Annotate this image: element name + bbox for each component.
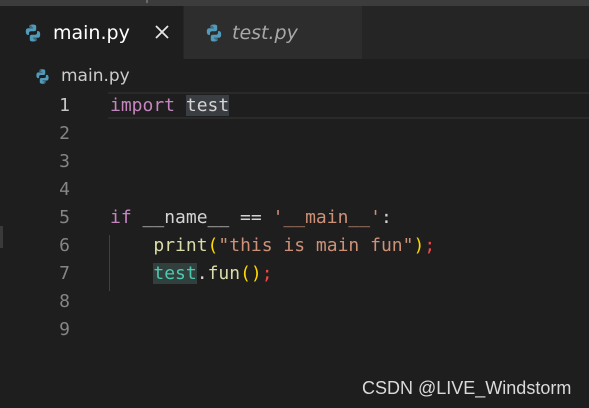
code-line[interactable]: 6 print("this is main fun"); — [0, 232, 589, 260]
line-number: 9 — [59, 319, 70, 340]
line-code: print("this is main fun"); — [110, 232, 435, 260]
code-line[interactable]: 7 test.fun(); — [0, 260, 589, 288]
code-token: : — [380, 207, 392, 228]
code-line[interactable]: 8 — [0, 288, 589, 316]
python-icon — [206, 24, 222, 41]
python-icon — [36, 68, 49, 84]
breadcrumb-label: main.py — [61, 66, 130, 86]
code-token: ) — [413, 235, 425, 256]
code-token: test — [185, 95, 230, 116]
line-number: 4 — [59, 179, 70, 200]
code-token: '__main__' — [272, 207, 381, 228]
code-token: fun — [207, 263, 241, 284]
code-token: __name__ == — [131, 207, 273, 228]
tab-label: main.py — [53, 21, 130, 44]
line-number: 6 — [59, 235, 70, 256]
line-number: 3 — [59, 151, 70, 172]
line-code: if __name__ == '__main__': — [110, 204, 392, 232]
tab-main-py[interactable]: main.py — [0, 6, 183, 59]
code-token: () — [240, 263, 262, 284]
code-token: . — [196, 263, 208, 284]
code-token: ( — [207, 235, 219, 256]
code-line[interactable]: 9 — [0, 316, 589, 344]
line-code: import test — [110, 92, 230, 120]
close-icon[interactable] — [152, 22, 172, 42]
indent-guide — [109, 235, 110, 291]
code-editor[interactable]: 1 import test 2 3 4 5 if __name__ == '__main__… — [0, 92, 589, 352]
line-code: test.fun(); — [110, 260, 273, 288]
code-token: ; — [424, 235, 436, 256]
watermark: CSDN @LIVE_Windstorm — [362, 378, 572, 398]
code-token: "this is main fun" — [218, 235, 414, 256]
line-number: 7 — [59, 263, 70, 284]
code-token: import — [110, 95, 176, 116]
code-token: ; — [261, 263, 273, 284]
code-line[interactable]: 2 — [0, 120, 589, 148]
breadcrumb[interactable]: main.py — [34, 64, 130, 88]
code-token: if — [110, 207, 132, 228]
line-number: 8 — [59, 291, 70, 312]
title-notch — [146, 0, 148, 3]
python-icon — [25, 24, 41, 41]
code-token: print — [153, 235, 208, 256]
code-token: test — [153, 263, 197, 284]
line-number: 5 — [59, 207, 70, 228]
tab-bar: main.py test.py — [0, 6, 589, 59]
code-line[interactable]: 1 import test — [0, 92, 589, 120]
line-number: 2 — [59, 123, 70, 144]
code-line[interactable]: 4 — [0, 176, 589, 204]
tab-label: test.py — [232, 21, 298, 44]
editor-window: main.py test.py main.py 1 import test 2 3 4 5… — [0, 0, 589, 408]
code-line[interactable]: 3 — [0, 148, 589, 176]
tab-test-py[interactable]: test.py — [184, 6, 362, 59]
code-line[interactable]: 5 if __name__ == '__main__': — [0, 204, 589, 232]
line-number: 1 — [59, 95, 70, 116]
